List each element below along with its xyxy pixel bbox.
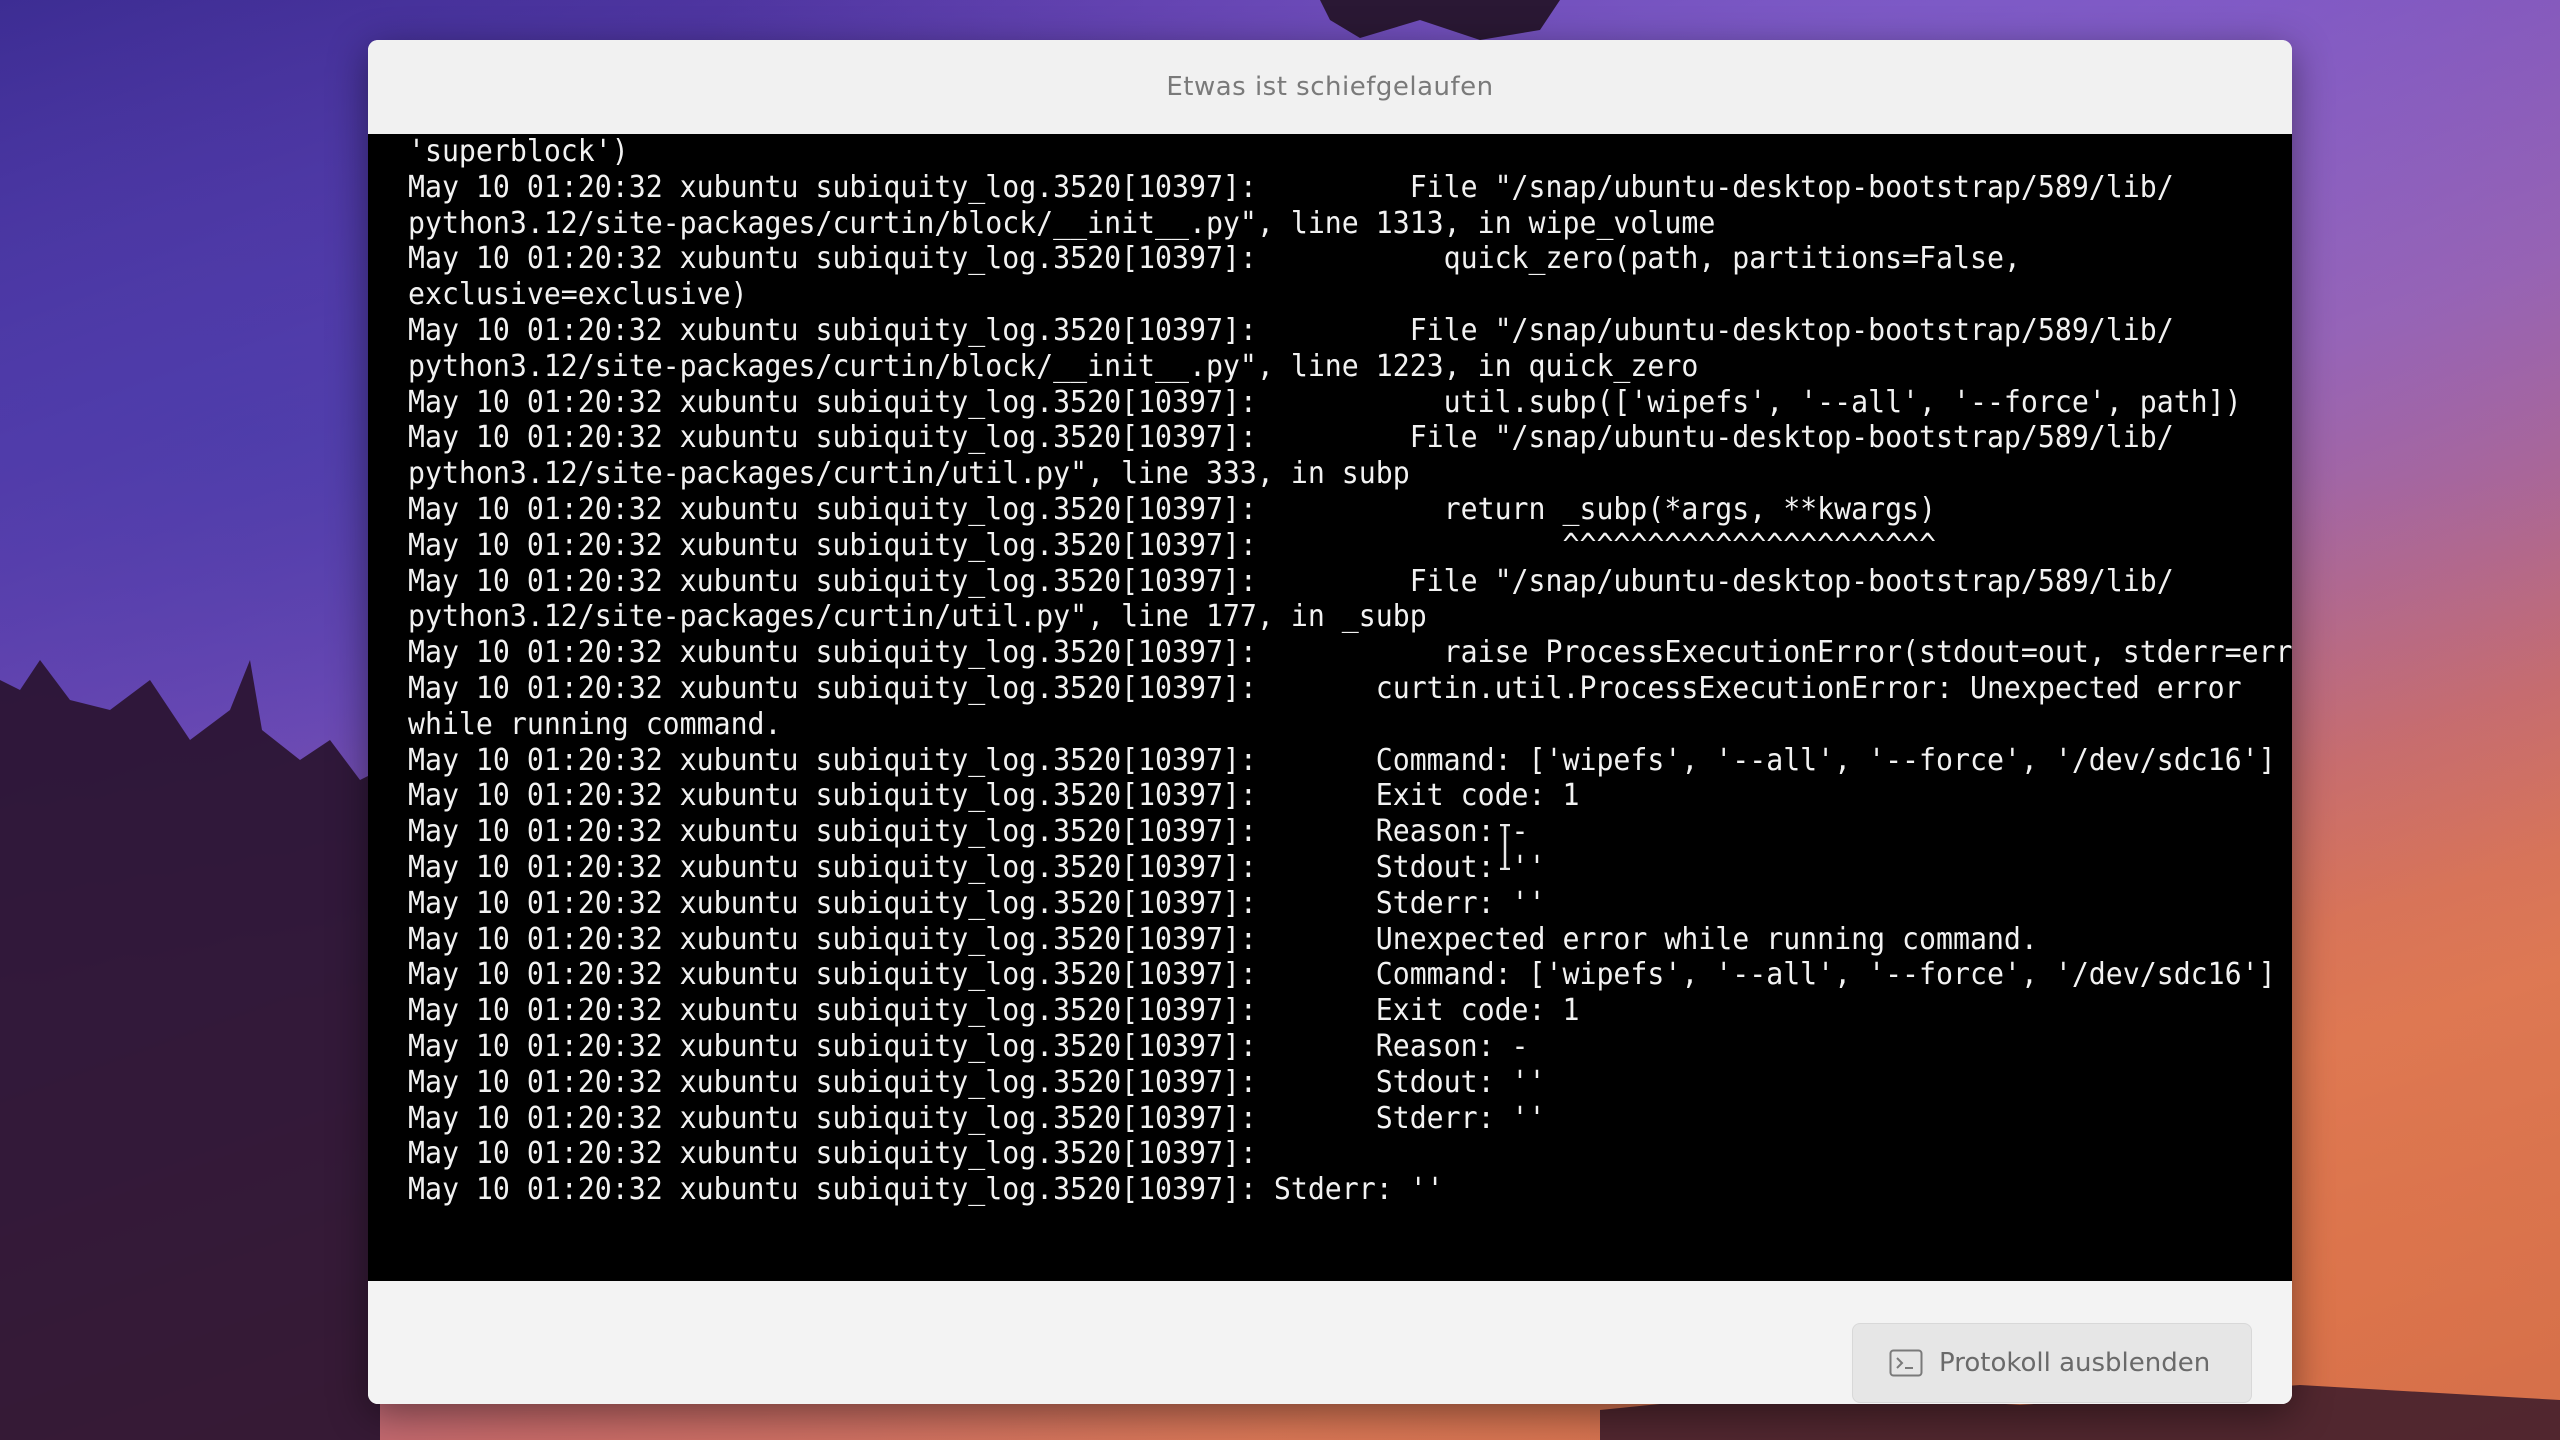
log-line: May 10 01:20:32 xubuntu subiquity_log.35… — [408, 635, 2292, 671]
log-line: May 10 01:20:32 xubuntu subiquity_log.35… — [408, 814, 1529, 850]
log-line: python3.12/site-packages/curtin/util.py"… — [408, 456, 1410, 492]
log-line: May 10 01:20:32 xubuntu subiquity_log.35… — [408, 1100, 1546, 1136]
log-line: May 10 01:20:32 xubuntu subiquity_log.35… — [408, 742, 2276, 778]
log-line: 'superblock') — [408, 134, 629, 169]
wallpaper-silhouette-top — [1320, 0, 1560, 40]
dialog-footer: Protokoll ausblenden — [368, 1281, 2292, 1404]
error-dialog: Etwas ist schiefgelaufen 'superblock') Ma… — [368, 40, 2292, 1404]
log-line: May 10 01:20:32 xubuntu subiquity_log.35… — [408, 1064, 1546, 1100]
log-line: May 10 01:20:32 xubuntu subiquity_log.35… — [408, 778, 1580, 814]
log-line: May 10 01:20:32 xubuntu subiquity_log.35… — [408, 312, 2174, 348]
hide-log-button[interactable]: Protokoll ausblenden — [1852, 1323, 2252, 1403]
hide-log-label: Protokoll ausblenden — [1939, 1348, 2211, 1378]
log-line: May 10 01:20:32 xubuntu subiquity_log.35… — [408, 491, 1937, 527]
log-line: May 10 01:20:32 xubuntu subiquity_log.35… — [408, 957, 2276, 993]
log-line: May 10 01:20:32 xubuntu subiquity_log.35… — [408, 1028, 1529, 1064]
log-line: May 10 01:20:32 xubuntu subiquity_log.35… — [408, 1172, 1444, 1208]
dialog-title: Etwas ist schiefgelaufen — [1166, 72, 1494, 102]
log-text: 'superblock') May 10 01:20:32 xubuntu sub… — [408, 134, 2292, 1208]
log-line: May 10 01:20:32 xubuntu subiquity_log.35… — [408, 849, 1546, 885]
log-line: May 10 01:20:32 xubuntu subiquity_log.35… — [408, 241, 2021, 277]
log-line: May 10 01:20:32 xubuntu subiquity_log.35… — [408, 420, 2174, 456]
dialog-titlebar[interactable]: Etwas ist schiefgelaufen — [368, 40, 2292, 135]
log-view[interactable]: 'superblock') May 10 01:20:32 xubuntu sub… — [368, 134, 2292, 1281]
wallpaper-silhouette-left — [0, 660, 380, 1440]
log-line: exclusive=exclusive) — [408, 277, 748, 313]
log-line: May 10 01:20:32 xubuntu subiquity_log.35… — [408, 885, 1546, 921]
log-line: May 10 01:20:32 xubuntu subiquity_log.35… — [408, 993, 1580, 1029]
terminal-icon — [1889, 1349, 1923, 1377]
text-cursor-icon — [1500, 824, 1510, 870]
log-line: python3.12/site-packages/curtin/block/__… — [408, 348, 1699, 384]
log-line: May 10 01:20:32 xubuntu subiquity_log.35… — [408, 670, 2242, 706]
log-line: May 10 01:20:32 xubuntu subiquity_log.35… — [408, 527, 1937, 563]
log-line: May 10 01:20:32 xubuntu subiquity_log.35… — [408, 384, 2242, 420]
log-line: May 10 01:20:32 xubuntu subiquity_log.35… — [408, 169, 2174, 205]
log-line: May 10 01:20:32 xubuntu subiquity_log.35… — [408, 563, 2174, 599]
log-line: python3.12/site-packages/curtin/util.py"… — [408, 599, 1427, 635]
log-line: python3.12/site-packages/curtin/block/__… — [408, 205, 1716, 241]
log-line: May 10 01:20:32 xubuntu subiquity_log.35… — [408, 1136, 1257, 1172]
log-line: while running command. — [408, 706, 782, 742]
log-line: May 10 01:20:32 xubuntu subiquity_log.35… — [408, 921, 2038, 957]
